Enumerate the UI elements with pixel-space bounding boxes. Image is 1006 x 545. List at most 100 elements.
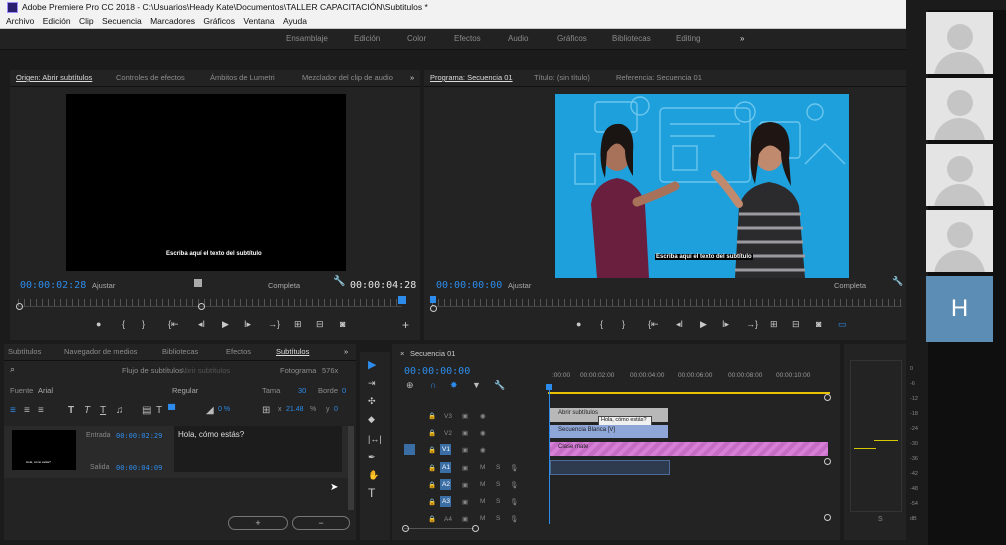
timeline-tab[interactable]: Secuencia 01 <box>410 349 455 358</box>
mute-button[interactable]: M <box>480 464 485 471</box>
swatch-icon[interactable]: ▀ <box>168 405 175 416</box>
menu-ventana[interactable]: Ventana <box>243 16 274 26</box>
program-step-forward-icon[interactable]: I▸ <box>722 319 729 330</box>
mute-button[interactable]: M <box>480 515 485 522</box>
font-style-select[interactable]: Regular <box>172 386 198 395</box>
lock-icon[interactable]: 🔒 <box>428 446 436 454</box>
ripple-edit-tool-icon[interactable]: ✣ <box>368 396 376 407</box>
color-matte-clip[interactable]: Clase mate <box>550 442 828 456</box>
program-zoom-handle[interactable] <box>430 305 437 312</box>
program-go-to-out-icon[interactable]: →} <box>746 319 758 329</box>
program-timecode[interactable]: 00:00:00:00 <box>436 280 502 291</box>
workspace-efectos[interactable]: Efectos <box>454 34 481 43</box>
lock-icon[interactable]: 🔒 <box>428 498 436 506</box>
tab-program[interactable]: Programa: Secuencia 01 <box>430 70 513 86</box>
audio-clip-a1[interactable] <box>550 460 670 475</box>
sync-lock-icon[interactable]: ▣ <box>462 515 468 523</box>
text-color-icon[interactable]: ♫ <box>116 405 124 416</box>
tab-audio-mixer[interactable]: Mezclador del clip de audio <box>302 70 393 86</box>
add-marker-timeline-icon[interactable]: ▼ <box>472 380 481 390</box>
underline-icon[interactable]: T <box>100 405 106 416</box>
bold-icon[interactable]: T <box>68 405 74 416</box>
timeline-ruler[interactable]: :00:00 00:00:02:00 00:00:04:00 00:00:06:… <box>548 372 830 384</box>
source-quality-select[interactable]: Completa <box>268 281 300 290</box>
selection-tool-icon[interactable]: ▶ <box>368 358 376 371</box>
entry-timecode[interactable]: 00:00:02:29 <box>116 432 162 440</box>
workspace-graficos[interactable]: Gráficos <box>557 34 587 43</box>
remove-caption-button[interactable]: − <box>292 516 350 530</box>
tab-libraries[interactable]: Bibliotecas <box>162 344 198 360</box>
lock-icon[interactable]: 🔒 <box>428 515 436 523</box>
lift-icon[interactable]: ⊞ <box>770 319 778 330</box>
step-forward-icon[interactable]: I▸ <box>244 319 251 330</box>
source-zoom-handle-right[interactable] <box>198 303 205 310</box>
timeline-zoom-bar[interactable] <box>404 528 474 529</box>
eye-icon[interactable]: ◉ <box>480 429 486 437</box>
linked-selection-icon[interactable]: ✸ <box>450 380 458 391</box>
lock-icon[interactable]: 🔒 <box>428 412 436 420</box>
vertical-zoom-handle[interactable] <box>824 514 831 521</box>
program-quality-select[interactable]: Completa <box>834 281 866 290</box>
source-time-ruler[interactable] <box>18 299 402 306</box>
menu-marcadores[interactable]: Marcadores <box>150 16 195 26</box>
workspace-ensamblaje[interactable]: Ensamblaje <box>286 34 328 43</box>
captions-scrollbar[interactable] <box>348 426 354 510</box>
nest-icon[interactable]: ⊕ <box>406 380 414 391</box>
program-wrench-icon[interactable]: 🔧 <box>892 276 903 287</box>
italic-icon[interactable]: T <box>84 405 90 416</box>
participant-initial-avatar[interactable]: H <box>926 276 993 342</box>
solo-button[interactable]: S <box>496 498 500 505</box>
tab-captions-left[interactable]: Subtítulos <box>8 344 41 360</box>
timeline-zoom-handle[interactable] <box>402 525 409 532</box>
frame-value[interactable]: 576x <box>322 366 338 375</box>
tabs-overflow[interactable]: » <box>410 70 414 86</box>
program-time-ruler[interactable] <box>432 299 902 306</box>
sync-lock-icon[interactable]: ▣ <box>462 464 468 472</box>
source-marker-icon[interactable] <box>194 279 202 287</box>
solo-right-button[interactable]: S <box>878 516 883 523</box>
wrench-icon[interactable]: 🔧 <box>333 276 345 287</box>
solo-button[interactable]: S <box>496 481 500 488</box>
x-value[interactable]: 21.48 <box>286 406 304 413</box>
slip-tool-icon[interactable]: |↔| <box>368 434 382 444</box>
razor-tool-icon[interactable]: ◆ <box>368 414 375 425</box>
align-center-icon[interactable]: ≡ <box>24 405 30 416</box>
snap-icon[interactable]: ∩ <box>430 380 436 390</box>
workspace-editing[interactable]: Editing <box>676 34 700 43</box>
source-timecode-in[interactable]: 00:00:02:28 <box>20 280 86 291</box>
workspace-edicion[interactable]: Edición <box>354 34 380 43</box>
source-fit-select[interactable]: Ajustar <box>92 281 115 290</box>
mark-out-icon[interactable]: } <box>142 319 145 329</box>
mute-button[interactable]: M <box>480 498 485 505</box>
opacity-value[interactable]: 0 % <box>218 406 230 413</box>
tab-media-browser[interactable]: Navegador de medios <box>64 344 137 360</box>
tab-captions[interactable]: Subtítulos <box>276 344 309 360</box>
hand-tool-icon[interactable]: ✋ <box>368 470 379 481</box>
go-to-in-icon[interactable]: {⇤ <box>168 319 179 330</box>
mute-button[interactable]: M <box>480 481 485 488</box>
extract-icon[interactable]: ⊟ <box>792 319 800 330</box>
caption-text[interactable]: Hola, cómo estás? <box>178 430 244 439</box>
tab-source[interactable]: Origen: Abrir subtítulos <box>16 70 92 86</box>
vertical-zoom-handle[interactable] <box>824 458 831 465</box>
pen-tool-icon[interactable]: ✒ <box>368 452 376 463</box>
participant-avatar[interactable] <box>926 144 993 206</box>
menu-archivo[interactable]: Archivo <box>6 16 34 26</box>
type-tool-icon[interactable]: T <box>368 486 375 500</box>
eye-icon[interactable]: ◉ <box>480 446 486 454</box>
mic-icon[interactable]: 🎙 <box>510 481 518 489</box>
align-right-icon[interactable]: ≡ <box>38 405 44 416</box>
source-patch-v1[interactable] <box>404 444 415 455</box>
eye-icon[interactable]: ◉ <box>480 412 486 420</box>
align-left-icon[interactable]: ≡ <box>10 405 16 416</box>
menu-ayuda[interactable]: Ayuda <box>283 16 307 26</box>
sync-lock-icon[interactable]: ▣ <box>462 412 468 420</box>
program-export-frame-icon[interactable]: ◙ <box>816 319 821 329</box>
lock-icon[interactable]: 🔒 <box>428 464 436 472</box>
menu-secuencia[interactable]: Secuencia <box>102 16 142 26</box>
export-frame-icon[interactable]: ◙ <box>340 319 345 329</box>
y-value[interactable]: 0 <box>334 406 338 413</box>
stream-select[interactable]: Abrir subtítulos <box>180 366 230 375</box>
tab-reference[interactable]: Referencia: Secuencia 01 <box>616 70 702 86</box>
program-add-marker-icon[interactable]: ● <box>576 319 581 329</box>
